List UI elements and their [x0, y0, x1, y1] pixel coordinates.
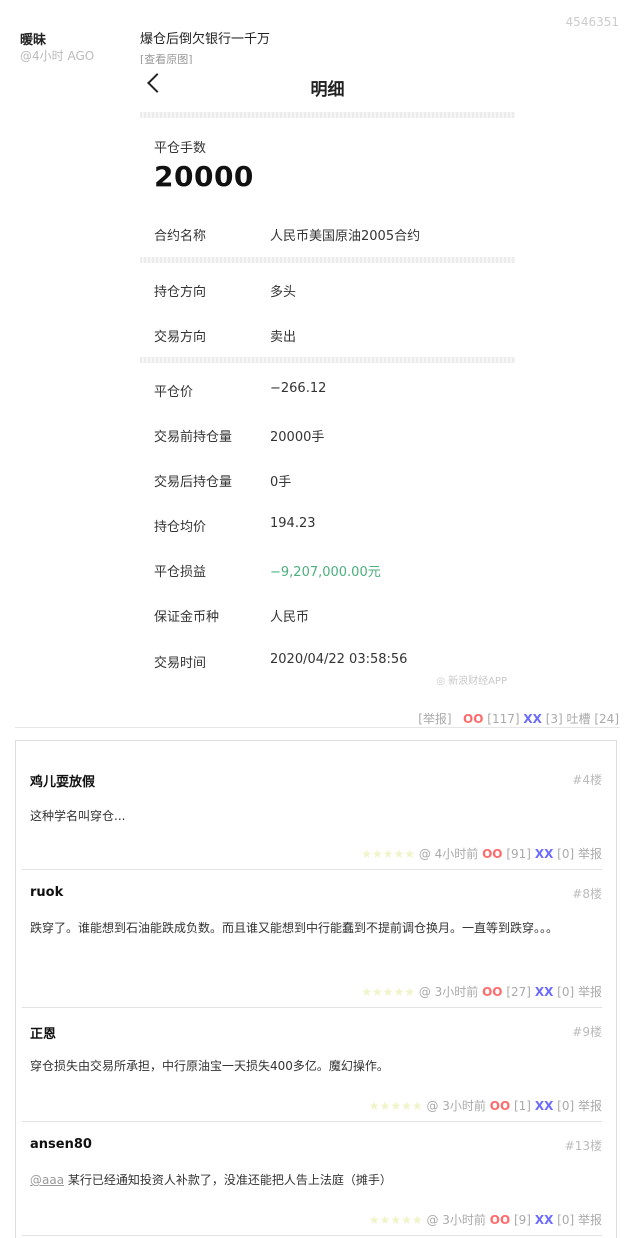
detail-label: 交易时间 [154, 656, 207, 671]
xx-button[interactable]: XX [535, 1213, 554, 1227]
report-link[interactable]: [举报] [418, 712, 451, 726]
divider [140, 357, 515, 363]
comment-item: ansen80 #13楼 @aaa 某行已经通知投资人补款了，没准还能把人告上法… [22, 1121, 602, 1236]
report-link[interactable]: 举报 [578, 1213, 602, 1227]
close-lots-value: 20000 [154, 160, 254, 193]
oo-count: [117] [487, 712, 520, 726]
detail-label: 交易方向 [154, 330, 207, 345]
divider [140, 257, 515, 263]
comment-author[interactable]: 正恩 [30, 1023, 56, 1042]
oo-count: [91] [506, 847, 531, 861]
detail-label: 平仓损益 [154, 565, 207, 580]
comment-author[interactable]: 鸡儿耍放假 [30, 771, 95, 790]
detail-label: 持仓方向 [154, 285, 207, 300]
oo-button[interactable]: OO [463, 712, 483, 726]
report-link[interactable]: 举报 [578, 1099, 602, 1113]
comment-footer: ★★★★★ @ 3小时前 OO [27] XX [0] 举报 [361, 983, 602, 1000]
at-button[interactable]: @ [419, 847, 431, 861]
comment-floor: #4楼 [572, 773, 602, 787]
post-image[interactable]: 明细 平仓手数 20000 合约名称 人民币美国原油2005合约 持仓方向 多头… [140, 64, 515, 688]
oo-button[interactable]: OO [490, 1099, 510, 1113]
comment-item: ruok #8楼 跌穿了。谁能想到石油能跌成负数。而且谁又能想到中行能蠢到不提前… [22, 869, 602, 1008]
detail-label: 持仓均价 [154, 520, 207, 535]
comment-time: 3小时前 [442, 1099, 486, 1113]
detail-label: 保证金币种 [154, 610, 220, 625]
detail-value: 人民币美国原油2005合约 [270, 229, 421, 244]
post-footer: [举报] OO [117] XX [3] 吐槽 [24] [418, 710, 619, 727]
comment-text-body: 某行已经通知投资人补款了，没准还能把人告上法庭（摊手） [64, 1173, 392, 1187]
comment-floor: #13楼 [564, 1139, 602, 1153]
oo-button[interactable]: OO [490, 1213, 510, 1227]
detail-value: 卖出 [270, 330, 297, 345]
xx-button[interactable]: XX [535, 985, 554, 999]
divider [140, 112, 515, 118]
detail-value: 2020/04/22 03:58:56 [270, 652, 408, 667]
post-title: 爆仓后倒欠银行一千万 [140, 32, 271, 47]
detail-label: 平仓价 [154, 385, 194, 400]
detail-value: 0手 [270, 475, 292, 490]
comment-item: 正恩 #9楼 穿仓损失由交易所承担，中行原油宝一天损失400多亿。魔幻操作。 ★… [22, 1007, 602, 1122]
at-button[interactable]: @ [426, 1099, 438, 1113]
comment-text: 跌穿了。谁能想到石油能跌成负数。而且谁又能想到中行能蠢到不提前调仓换月。一直等到… [30, 921, 559, 935]
detail-label: 交易后持仓量 [154, 475, 233, 490]
oo-count: [1] [513, 1099, 531, 1113]
watermark-text: 新浪财经APP [448, 676, 507, 687]
xx-count: [0] [557, 847, 575, 861]
comment-footer: ★★★★★ @ 3小时前 OO [1] XX [0] 举报 [369, 1097, 602, 1114]
xx-button[interactable]: XX [535, 847, 554, 861]
comment-floor: #8楼 [572, 887, 602, 901]
comment-author[interactable]: ruok [30, 885, 63, 900]
faded-stars: ★★★★★ [368, 1099, 423, 1113]
at-button[interactable]: @ [426, 1213, 438, 1227]
post-time: @4小时 AGO [20, 49, 95, 63]
oo-button[interactable]: OO [482, 985, 502, 999]
comment-author[interactable]: ansen80 [30, 1137, 92, 1152]
post-id: 4546351 [565, 15, 619, 29]
xx-count: [0] [557, 985, 575, 999]
post-author[interactable]: 暖昧 [20, 29, 46, 48]
faded-stars: ★★★★★ [361, 985, 415, 999]
comment-floor: #9楼 [572, 1025, 602, 1039]
detail-header-title: 明细 [310, 80, 345, 100]
oo-count: [27] [506, 985, 531, 999]
xx-button[interactable]: XX [523, 712, 542, 726]
detail-value: 人民币 [270, 610, 310, 625]
comment-item: 鸡儿耍放假 #4楼 这种学名叫穿仓... ★★★★★ @ 4小时前 OO [91… [22, 741, 602, 870]
xx-count: [0] [557, 1213, 575, 1227]
oo-count: [9] [513, 1213, 531, 1227]
faded-stars: ★★★★★ [361, 847, 415, 861]
comment-text: 穿仓损失由交易所承担，中行原油宝一天损失400多亿。魔幻操作。 [30, 1059, 389, 1073]
detail-label: 交易前持仓量 [154, 430, 233, 445]
faded-stars: ★★★★★ [368, 1213, 423, 1227]
at-button[interactable]: @ [419, 985, 431, 999]
comment-time: 4小时前 [434, 847, 479, 861]
comment-footer: ★★★★★ @ 3小时前 OO [9] XX [0] 举报 [369, 1211, 602, 1228]
comment-time: 3小时前 [434, 985, 479, 999]
report-link[interactable]: 举报 [578, 985, 602, 999]
close-lots-label: 平仓手数 [154, 141, 207, 156]
detail-value: −266.12 [270, 381, 327, 396]
detail-value: 20000手 [270, 430, 325, 445]
xx-count: [3] [545, 712, 563, 726]
tucao-link[interactable]: 吐槽 [24] [567, 712, 619, 726]
xx-button[interactable]: XX [535, 1099, 554, 1113]
detail-value: 194.23 [270, 516, 316, 531]
report-link[interactable]: 举报 [578, 847, 602, 861]
mention-link[interactable]: @aaa [30, 1173, 64, 1187]
comment-footer: ★★★★★ @ 4小时前 OO [91] XX [0] 举报 [361, 845, 602, 862]
divider [15, 727, 620, 728]
weibo-watermark: ◎ 新浪财经APP [436, 676, 507, 687]
comment-time: 3小时前 [442, 1213, 486, 1227]
pnl-value: −9,207,000.00元 [270, 565, 381, 580]
xx-count: [0] [557, 1099, 575, 1113]
comments-box: 鸡儿耍放假 #4楼 这种学名叫穿仓... ★★★★★ @ 4小时前 OO [91… [15, 740, 617, 1238]
detail-value: 多头 [270, 285, 297, 300]
oo-button[interactable]: OO [482, 847, 502, 861]
comment-text: @aaa 某行已经通知投资人补款了，没准还能把人告上法庭（摊手） [30, 1167, 572, 1193]
comment-text: 这种学名叫穿仓... [30, 809, 126, 823]
detail-label: 合约名称 [154, 229, 207, 244]
